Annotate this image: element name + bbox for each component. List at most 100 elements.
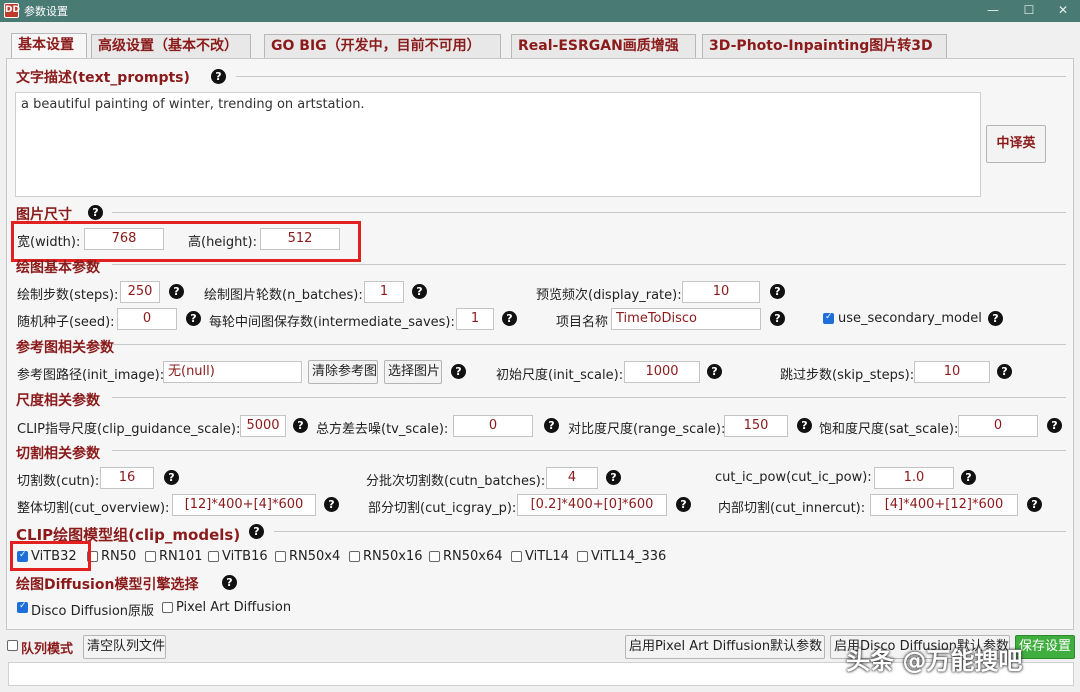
pixel-art-diffusion-checkbox[interactable] — [162, 602, 173, 613]
clip-guidance-label: CLIP指导尺度(clip_guidance_scale): — [17, 422, 241, 437]
help-icon[interactable]: ? — [997, 364, 1012, 379]
clip-model-label: ViTB16 — [222, 549, 268, 564]
init-params-heading: 参考图相关参数 — [16, 340, 114, 356]
basic-params-heading: 绘图基本参数 — [16, 260, 100, 276]
skip-steps-label: 跳过步数(skip_steps): — [780, 368, 915, 383]
divider — [112, 344, 1066, 345]
choose-image-button[interactable]: 选择图片 — [384, 360, 442, 384]
queue-mode-checkbox[interactable] — [7, 640, 18, 651]
clip-model-label: ViTL14_336 — [591, 549, 667, 564]
n-batches-input[interactable]: 1 — [364, 281, 404, 303]
help-icon[interactable]: ? — [988, 311, 1003, 326]
cut-overview-input[interactable]: [12]*400+[4]*600 — [172, 494, 316, 516]
help-icon[interactable]: ? — [770, 284, 785, 299]
save-settings-button[interactable]: 保存设置 — [1015, 635, 1075, 659]
help-icon[interactable]: ? — [293, 418, 308, 433]
text-prompts-heading: 文字描述(text_prompts) — [16, 70, 190, 86]
help-icon[interactable]: ? — [211, 69, 226, 84]
help-icon[interactable]: ? — [169, 284, 184, 299]
init-scale-input[interactable]: 1000 — [624, 361, 700, 383]
clip-model-checkbox[interactable] — [275, 551, 286, 562]
window-title: 参数设置 — [24, 5, 68, 18]
close-button[interactable]: ✕ — [1046, 0, 1080, 22]
clip-model-label: RN50x64 — [443, 549, 503, 564]
disco-diffusion-checkbox[interactable] — [17, 601, 28, 613]
help-icon[interactable]: ? — [961, 470, 976, 485]
cutn-input[interactable]: 16 — [100, 467, 154, 489]
help-icon[interactable]: ? — [164, 470, 179, 485]
cutn-batches-label: 分批次切割数(cutn_batches): — [366, 474, 546, 489]
init-image-input[interactable]: 无(null) — [163, 361, 302, 383]
display-rate-input[interactable]: 10 — [682, 281, 760, 303]
cut-overview-label: 整体切割(cut_overview): — [17, 501, 170, 516]
help-icon[interactable]: ? — [451, 364, 466, 379]
help-icon[interactable]: ? — [1027, 497, 1042, 512]
help-icon[interactable]: ? — [249, 524, 264, 539]
help-icon[interactable]: ? — [707, 364, 722, 379]
tab-real-esrgan[interactable]: Real-ESRGAN画质增强 — [511, 34, 696, 58]
project-name-input[interactable]: TimeToDisco — [611, 308, 761, 330]
translate-button[interactable]: 中译英 — [986, 125, 1046, 163]
help-icon[interactable]: ? — [222, 575, 237, 590]
help-icon[interactable]: ? — [186, 311, 201, 326]
help-icon[interactable]: ? — [676, 497, 691, 512]
init-scale-label: 初始尺度(init_scale): — [496, 368, 624, 383]
divider — [112, 212, 1066, 213]
clip-guidance-input[interactable]: 5000 — [240, 415, 286, 437]
cut-innercut-input[interactable]: [4]*400+[12]*600 — [870, 494, 1018, 516]
minimize-button[interactable]: — — [976, 0, 1010, 22]
clip-model-label: RN101 — [159, 549, 203, 564]
help-icon[interactable]: ? — [412, 284, 427, 299]
clip-model-checkbox[interactable] — [429, 551, 440, 562]
clip-model-checkbox[interactable] — [349, 551, 360, 562]
help-icon[interactable]: ? — [606, 470, 621, 485]
title-bar: DD 参数设置 — ☐ ✕ — [0, 0, 1080, 22]
cut-ic-pow-input[interactable]: 1.0 — [874, 467, 954, 489]
steps-input[interactable]: 250 — [120, 281, 160, 303]
use-secondary-model-label: use_secondary_model — [838, 311, 982, 326]
pixel-defaults-button[interactable]: 启用Pixel Art Diffusion默认参数 — [625, 635, 825, 659]
sat-scale-label: 饱和度尺度(sat_scale): — [819, 422, 959, 437]
clip-model-checkbox[interactable] — [511, 551, 522, 562]
cut-ic-pow-label: cut_ic_pow(cut_ic_pow): — [715, 470, 872, 485]
clip-model-checkbox[interactable] — [145, 551, 156, 562]
tab-advanced[interactable]: 高级设置（基本不改） — [91, 34, 251, 58]
use-secondary-model-checkbox[interactable] — [823, 312, 834, 324]
cut-params-heading: 切割相关参数 — [16, 446, 100, 462]
queue-mode-label: 队列模式 — [21, 642, 74, 657]
divider — [236, 76, 1066, 77]
tab-3d-photo[interactable]: 3D-Photo-Inpainting图片转3D — [702, 34, 947, 58]
maximize-button[interactable]: ☐ — [1012, 0, 1046, 22]
clip-model-label: RN50 — [101, 549, 137, 564]
skip-steps-input[interactable]: 10 — [914, 361, 990, 383]
help-icon[interactable]: ? — [324, 497, 339, 512]
cutn-label: 切割数(cutn): — [17, 474, 100, 489]
display-rate-label: 预览频次(display_rate): — [536, 288, 682, 303]
engine-heading: 绘图Diffusion模型引擎选择 — [16, 577, 199, 593]
sat-scale-input[interactable]: 0 — [958, 415, 1038, 437]
n-batches-label: 绘制图片轮数(n_batches): — [204, 288, 363, 303]
tab-basic[interactable]: 基本设置 — [11, 33, 87, 59]
seed-input[interactable]: 0 — [117, 308, 177, 330]
tv-scale-label: 总方差去噪(tv_scale): — [316, 422, 449, 437]
cutn-batches-input[interactable]: 4 — [546, 467, 598, 489]
watermark: 头条 @万能搜吧 — [846, 647, 1023, 675]
range-scale-input[interactable]: 150 — [724, 415, 788, 437]
project-name-label: 项目名称 — [556, 315, 609, 330]
tv-scale-input[interactable]: 0 — [453, 415, 533, 437]
cut-icgray-input[interactable]: [0.2]*400+[0]*600 — [517, 494, 667, 516]
clip-model-checkbox[interactable] — [208, 551, 219, 562]
clear-queue-button[interactable]: 清空队列文件 — [83, 635, 166, 659]
help-icon[interactable]: ? — [544, 418, 559, 433]
help-icon[interactable]: ? — [797, 418, 812, 433]
help-icon[interactable]: ? — [502, 311, 517, 326]
clip-model-checkbox[interactable] — [577, 551, 588, 562]
clear-init-image-button[interactable]: 清除参考图 — [308, 360, 378, 384]
text-prompts-input[interactable]: a beautiful painting of winter, trending… — [15, 92, 981, 197]
help-icon[interactable]: ? — [88, 205, 103, 220]
app-icon: DD — [4, 3, 20, 18]
intermediate-saves-input[interactable]: 1 — [456, 308, 494, 330]
tab-go-big[interactable]: GO BIG（开发中，目前不可用） — [264, 34, 501, 58]
help-icon[interactable]: ? — [770, 311, 785, 326]
help-icon[interactable]: ? — [1047, 418, 1062, 433]
